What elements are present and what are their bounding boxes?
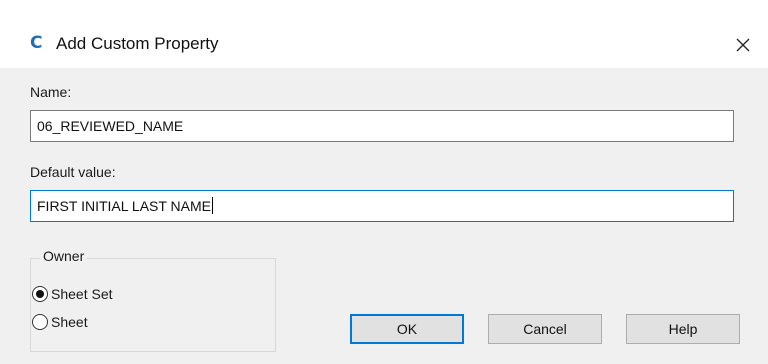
dialog-title: Add Custom Property xyxy=(56,34,219,53)
app-icon: C xyxy=(30,33,43,53)
owner-legend: Owner xyxy=(40,248,88,264)
close-icon xyxy=(736,38,750,52)
default-value-field-value: FIRST INITIAL LAST NAME xyxy=(37,198,212,214)
name-label: Name: xyxy=(30,84,72,100)
radio-unselected-icon xyxy=(32,314,48,330)
dialog-body: Name: 06_REVIEWED_NAME Default value: FI… xyxy=(0,68,768,364)
cancel-button[interactable]: Cancel xyxy=(488,314,602,344)
text-caret xyxy=(212,197,214,214)
name-field-value: 06_REVIEWED_NAME xyxy=(37,118,184,134)
add-custom-property-dialog: C Add Custom Property Name: 06_REVIEWED_… xyxy=(0,0,768,364)
default-value-field[interactable]: FIRST INITIAL LAST NAME xyxy=(30,190,734,222)
owner-group xyxy=(30,258,276,352)
ok-button[interactable]: OK xyxy=(350,314,464,344)
radio-sheet-set-label: Sheet Set xyxy=(51,286,113,302)
default-value-label: Default value: xyxy=(30,164,116,180)
radio-sheet-set[interactable]: Sheet Set xyxy=(32,286,113,302)
help-button[interactable]: Help xyxy=(626,314,740,344)
radio-sheet-label: Sheet xyxy=(51,314,88,330)
name-field[interactable]: 06_REVIEWED_NAME xyxy=(30,110,734,142)
radio-sheet[interactable]: Sheet xyxy=(32,314,88,330)
radio-selected-icon xyxy=(32,286,48,302)
close-button[interactable] xyxy=(726,28,760,62)
title-bar: C Add Custom Property xyxy=(0,10,768,68)
